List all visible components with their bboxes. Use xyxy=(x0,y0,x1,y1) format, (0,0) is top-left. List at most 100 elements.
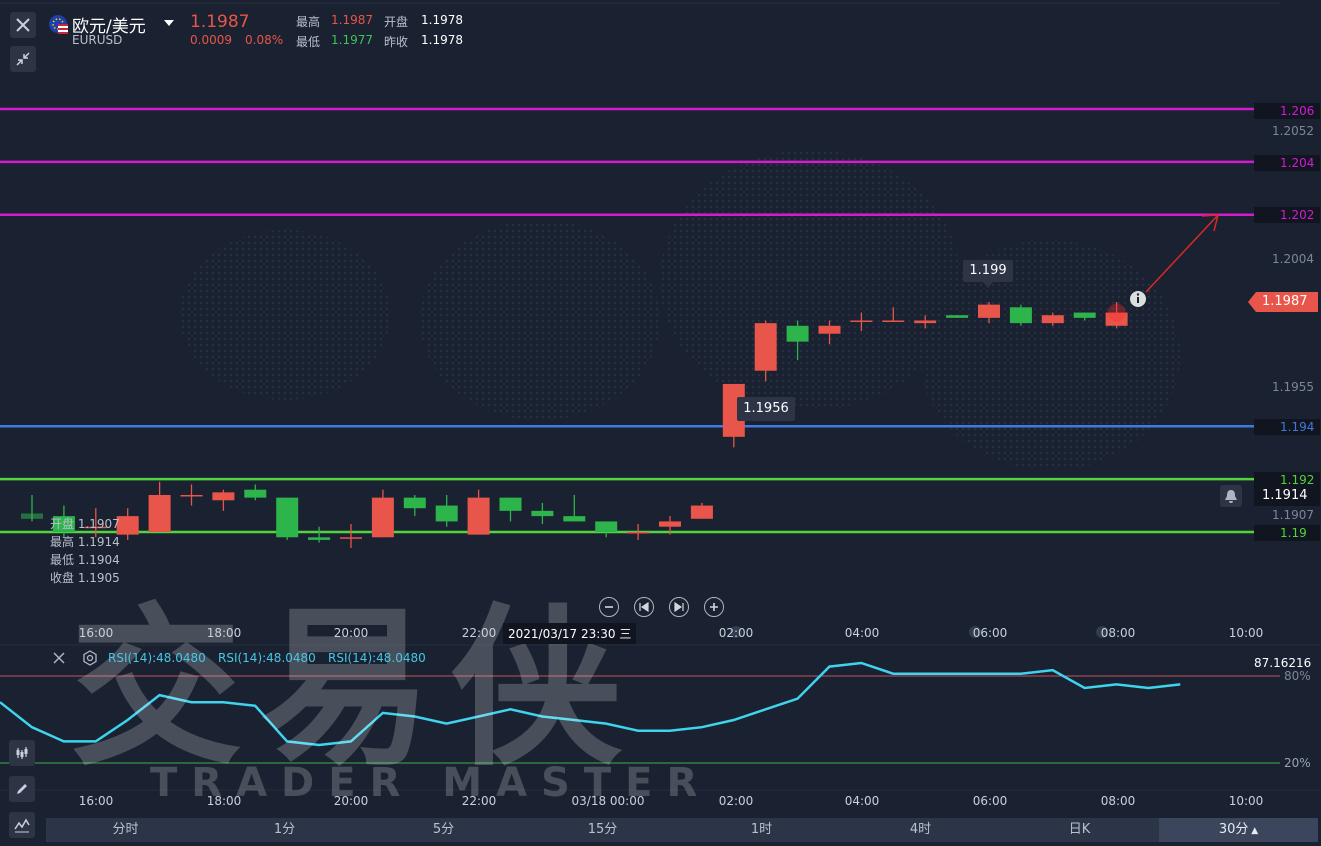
low-annotation: 1.1956 xyxy=(737,397,795,421)
price-axis-label: 1.1955 xyxy=(1272,380,1314,394)
low-value: 1.1977 xyxy=(331,33,373,47)
candle xyxy=(786,325,809,342)
time-axis-label: 10:00 xyxy=(1228,626,1264,640)
candle xyxy=(212,492,235,501)
time-axis-label: 02:00 xyxy=(718,794,754,808)
ohlc-open: 开盘 1.1907 xyxy=(50,517,120,531)
rsi-max-value: 87.16216 xyxy=(1254,656,1312,670)
candle xyxy=(403,497,426,509)
tab-timeframe-1m[interactable]: 1分 xyxy=(205,818,364,842)
time-axis-label: 22:00 xyxy=(461,794,497,808)
candle xyxy=(499,497,522,511)
candle xyxy=(1041,315,1064,324)
time-axis-label: 06:00 xyxy=(972,626,1008,640)
draw-button[interactable] xyxy=(9,776,35,802)
tab-timeframe-30m-label: 30分 xyxy=(1218,822,1249,837)
candle xyxy=(818,325,841,334)
zoom-out-button[interactable] xyxy=(599,597,619,617)
map-backdrop xyxy=(180,230,390,400)
open-value: 1.1978 xyxy=(421,13,463,27)
level-tag-119[interactable]: 1.19 xyxy=(1254,525,1320,541)
level-tag-1204[interactable]: 1.204 xyxy=(1254,155,1320,171)
skip-forward-icon xyxy=(674,602,684,612)
rsi-label: RSI(14):48.0480 xyxy=(328,651,426,665)
candle xyxy=(882,320,905,322)
candle xyxy=(627,532,650,534)
rsi-label: RSI(14):48.0480 xyxy=(108,651,206,665)
candle xyxy=(21,513,43,519)
ohlc-readout: 开盘 1.1907 最高 1.1914 最低 1.1904 收盘 1.1905 xyxy=(50,515,120,587)
close-rsi-icon[interactable] xyxy=(52,651,66,668)
rsi-upper-level: 80% xyxy=(1284,669,1311,683)
minus-icon xyxy=(605,606,613,608)
map-backdrop xyxy=(420,220,660,420)
candle xyxy=(978,304,1000,318)
indicator-button[interactable] xyxy=(9,740,35,766)
candle xyxy=(308,537,331,540)
crosshair-price-tag: 1.1914 xyxy=(1254,486,1320,506)
tab-timeframe-30m[interactable]: 30分 ▲ xyxy=(1159,818,1318,842)
symbol-code: EURUSD xyxy=(72,33,123,47)
candle xyxy=(914,320,937,324)
candle xyxy=(690,505,713,519)
time-axis-label: 18:00 xyxy=(206,794,242,808)
ohlc-close: 收盘 1.1905 xyxy=(50,571,120,585)
chevron-down-icon[interactable] xyxy=(164,16,174,30)
zoom-in-button[interactable] xyxy=(704,597,724,617)
tab-timeframe-15m[interactable]: 15分 xyxy=(523,818,682,842)
scroll-end-button[interactable] xyxy=(669,597,689,617)
time-axis-label: 04:00 xyxy=(844,626,880,640)
time-axis-label: 04:00 xyxy=(844,794,880,808)
line-chart-icon xyxy=(14,818,30,833)
price-change-pct: 0.08% xyxy=(245,33,284,47)
tab-timeframe-5m[interactable]: 5分 xyxy=(364,818,523,842)
price-change: 0.0009 xyxy=(190,33,232,47)
level-tag-1194[interactable]: 1.194 xyxy=(1254,419,1320,435)
tab-timeframe-tick[interactable]: 分时 xyxy=(46,818,205,842)
candles-icon xyxy=(16,747,28,759)
candle xyxy=(659,521,681,527)
level-tag-1202[interactable]: 1.202 xyxy=(1254,207,1320,223)
candle xyxy=(531,510,554,517)
price-axis-label: 1.2004 xyxy=(1272,252,1314,266)
bell-icon[interactable] xyxy=(1220,485,1242,510)
high-value: 1.1987 xyxy=(331,13,373,27)
map-backdrop xyxy=(920,240,1180,470)
level-tag-1206[interactable]: 1.206 xyxy=(1254,103,1320,119)
tab-timeframe-4h[interactable]: 4时 xyxy=(841,818,1000,842)
ohlc-low: 最低 1.1904 xyxy=(50,553,120,567)
candle xyxy=(435,505,458,522)
prev-close-value: 1.1978 xyxy=(421,33,463,47)
price-axis-label: 1.2052 xyxy=(1272,124,1314,138)
crosshair-time-tag: 2021/03/17 23:30 三 xyxy=(503,623,637,644)
shrink-icon xyxy=(16,52,30,66)
skip-back-icon xyxy=(639,602,649,612)
caret-up-icon: ▲ xyxy=(1248,826,1259,836)
plus-icon xyxy=(710,603,718,611)
line-chart-button[interactable] xyxy=(9,812,35,838)
time-axis-label: 08:00 xyxy=(1100,626,1136,640)
close-button[interactable] xyxy=(10,12,36,38)
tab-timeframe-1h[interactable]: 1时 xyxy=(682,818,841,842)
time-axis-label: 10:00 xyxy=(1228,794,1264,808)
current-price: 1.1987 xyxy=(190,12,250,32)
high-label: 最高 xyxy=(296,15,321,29)
candle xyxy=(148,494,171,532)
flag-icon xyxy=(48,14,68,37)
collapse-button[interactable] xyxy=(10,46,36,72)
pencil-icon xyxy=(17,784,27,794)
rsi-label: RSI(14):48.0480 xyxy=(218,651,316,665)
current-price-tag: 1.1987 xyxy=(1248,292,1318,312)
scroll-start-button[interactable] xyxy=(634,597,654,617)
close-icon xyxy=(16,18,30,32)
info-icon[interactable] xyxy=(1129,290,1147,311)
settings-icon[interactable] xyxy=(82,650,98,669)
trend-arrow-line xyxy=(1145,214,1219,293)
map-backdrop xyxy=(660,150,960,410)
candle xyxy=(244,489,267,498)
tab-timeframe-1d[interactable]: 日K xyxy=(1000,818,1159,842)
price-axis-label: 1.1907 xyxy=(1272,508,1314,522)
time-axis-label: 22:00 xyxy=(461,626,497,640)
low-label: 最低 xyxy=(296,35,321,49)
ohlc-high: 最高 1.1914 xyxy=(50,535,120,549)
